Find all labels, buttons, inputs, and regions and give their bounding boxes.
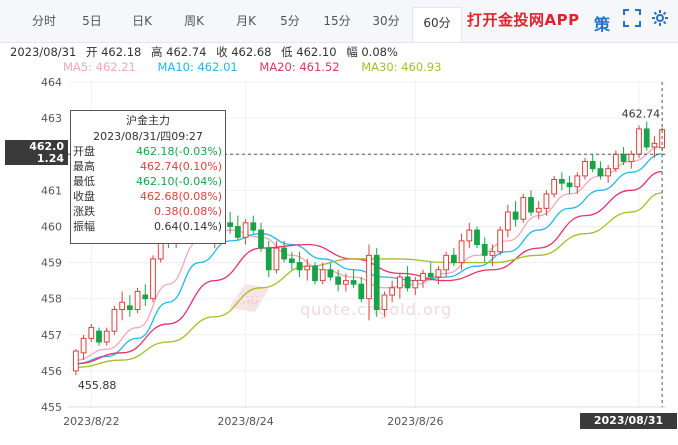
candle-body: [111, 309, 118, 332]
candle-body: [389, 287, 396, 296]
tooltip-row-amplitude: 振幅 0.64(0.14%): [73, 220, 222, 233]
y-tick-label: 460: [41, 220, 62, 233]
candle-body: [142, 294, 149, 300]
candle-body: [126, 305, 133, 310]
x-tick-label: 2023/8/22: [63, 415, 119, 428]
tooltip-row-close: 收盘 462.68(0.08%): [73, 190, 222, 203]
candle-body: [489, 251, 496, 256]
candle-body: [450, 254, 457, 264]
candle-body: [335, 276, 342, 285]
candle-body: [520, 197, 527, 220]
tooltip-close-value: 462.68(0.08%): [139, 190, 222, 203]
candle-body: [651, 142, 658, 148]
max-price-label: 462.74: [622, 108, 661, 121]
tooltip-row-open: 开盘 462.18(-0.03%): [73, 145, 222, 158]
candle-body: [373, 254, 380, 310]
candle-body: [358, 283, 365, 300]
y-tick-label: 459: [41, 257, 62, 270]
candle-body: [589, 160, 596, 170]
x-tick-label: 2023/8/24: [217, 415, 273, 428]
candle-tooltip: 沪金主力 2023/08/31/四09:27 开盘 462.18(-0.03%) …: [70, 110, 226, 244]
candle-body: [551, 179, 558, 195]
candle-body: [558, 179, 565, 184]
candle-body: [582, 160, 588, 177]
candle-body: [566, 182, 573, 188]
candle-body: [250, 222, 257, 231]
candle-body: [643, 128, 650, 148]
candle-body: [242, 222, 249, 238]
candle-body: [497, 229, 504, 253]
candle-body: [396, 276, 403, 289]
candle-body: [597, 168, 604, 177]
candle-body: [296, 262, 303, 271]
candle-body: [504, 211, 511, 231]
candle-body: [265, 247, 272, 271]
candle-body: [636, 128, 642, 155]
candle-body: [466, 229, 473, 242]
candle-body: [312, 265, 318, 282]
y-tick-label: 457: [41, 329, 62, 342]
candle-body: [258, 229, 264, 249]
candle-body: [512, 211, 519, 220]
candle-body: [612, 153, 619, 170]
candle-body: [404, 276, 411, 289]
candle-body: [420, 272, 426, 282]
tooltip-row-change: 涨跌 0.38(0.08%): [73, 205, 222, 218]
tooltip-open-value: 462.18(-0.03%): [136, 145, 222, 158]
y-tick-label: 464: [41, 76, 62, 89]
crosshair-time-label: 2023/08/31 09:27: [580, 413, 677, 443]
candle-body: [574, 175, 581, 188]
candle-body: [528, 197, 534, 213]
candle-body: [304, 265, 311, 271]
tooltip-low-value: 462.10(-0.04%): [136, 175, 222, 188]
candle-body: [288, 258, 295, 264]
candle-body: [234, 225, 241, 238]
candle-body: [119, 301, 126, 310]
candle-body: [366, 254, 372, 300]
candle-body: [281, 247, 288, 260]
tooltip-time: 2023/08/31/四09:27: [93, 130, 203, 143]
tooltip-amplitude-value: 0.64(0.14%): [153, 220, 222, 233]
candle-body: [319, 269, 326, 282]
candle-body: [150, 258, 156, 300]
candle-body: [543, 193, 550, 209]
candle-body: [443, 254, 450, 271]
y-tick-label: 458: [41, 293, 62, 306]
candle-body: [134, 290, 141, 311]
candle-body: [342, 280, 349, 285]
tooltip-row-low: 最低 462.10(-0.04%): [73, 175, 222, 188]
tooltip-change-value: 0.38(0.08%): [153, 205, 222, 218]
y-tick-label: 463: [41, 112, 62, 125]
candle-body: [327, 269, 334, 278]
candle-body: [103, 330, 110, 343]
min-price-label: 455.88: [78, 379, 117, 392]
candle-body: [474, 229, 480, 246]
candle-body: [620, 153, 627, 162]
candle-body: [458, 240, 465, 264]
x-tick-label: 2023/8/26: [387, 415, 443, 428]
candle-body: [72, 350, 79, 372]
candle-body: [273, 247, 280, 271]
y-tick-label: 455: [41, 401, 62, 414]
candle-body: [412, 280, 419, 289]
candle-body: [435, 269, 442, 278]
candle-body: [427, 272, 434, 278]
y-tick-label: 456: [41, 365, 62, 378]
crosshair-change-label: 1.24: [5, 153, 68, 165]
candle-body: [227, 222, 234, 227]
tooltip-row-high: 最高 462.74(0.10%): [73, 160, 222, 173]
candle-body: [381, 294, 388, 310]
candle-body: [350, 280, 357, 285]
candle-body: [628, 153, 635, 162]
candle-body: [88, 327, 95, 339]
candle-body: [481, 244, 488, 256]
candle-body: [605, 168, 612, 177]
candle-body: [535, 207, 542, 213]
y-tick-label: 461: [41, 184, 62, 197]
candle-body: [96, 330, 102, 343]
tooltip-high-value: 462.74(0.10%): [139, 160, 222, 173]
tooltip-title: 沪金主力: [126, 114, 170, 127]
candle-body: [80, 337, 87, 354]
